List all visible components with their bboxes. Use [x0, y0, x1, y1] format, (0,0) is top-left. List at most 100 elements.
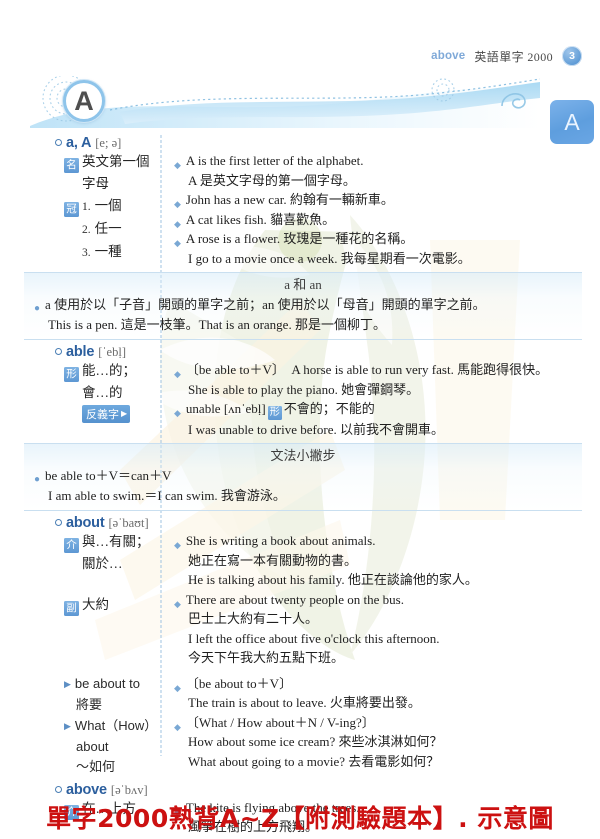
- antonym-xref-button[interactable]: 反義字 ▶: [82, 405, 131, 423]
- phrase-examples-column: ◆ 〔be about to＋V〕 The train is about to …: [160, 674, 600, 777]
- example-extra: I go to a movie once a week. 我每星期看一次電影。: [188, 250, 471, 266]
- headword[interactable]: a, A: [66, 135, 91, 151]
- example-english: How about some ice cream?: [188, 734, 336, 750]
- example-bullet-icon: ◆: [174, 199, 181, 209]
- example-english: John has a new car. 約翰有一輛新車。: [185, 192, 394, 207]
- example-bullet-icon: ◆: [174, 540, 181, 551]
- section-letter-circle: A: [63, 80, 105, 122]
- example-english: A rose is a flower. 玫瑰是一種花的名稱。: [185, 231, 414, 246]
- thumb-index-tab-a[interactable]: A: [550, 100, 594, 144]
- running-header: above 英語單字 2000 3: [431, 46, 582, 66]
- pos-badge-adjective: 形: [64, 367, 79, 382]
- example-line: The train is about to leave. 火車將要出發。: [174, 693, 576, 713]
- sense-block: 介與…有關； 關於… 副大約 ◆ She is writing a book a…: [0, 531, 600, 668]
- example-bullet-icon: ◆: [174, 408, 181, 418]
- example-chinese: 她正在寫一本有關動物的書。: [188, 552, 358, 568]
- headword[interactable]: above: [66, 782, 107, 798]
- section-letter: A: [74, 85, 94, 116]
- headword[interactable]: able: [66, 344, 94, 360]
- example-english: She is writing a book about animals.: [185, 533, 376, 549]
- definition-line: 名英文第一個: [64, 151, 156, 173]
- grammar-note-tip: 文法小撇步 ● be able to＋V＝can＋V I am able to …: [24, 443, 582, 512]
- definition-column: 介與…有關； 關於… 副大約: [0, 531, 160, 668]
- examples-column: ◆ She is writing a book about animals. 她…: [160, 531, 600, 668]
- example-bullet-icon: ◆: [174, 721, 181, 732]
- definition-text: 一種: [94, 244, 122, 259]
- headword-row: able [ˈebḷ]: [0, 344, 600, 360]
- sense-block: 名英文第一個 字母 冠 1. 一個 2. 任一 3. 一種 ◆ A is the…: [0, 151, 600, 268]
- example-item: ◆ A cat likes fish. 貓喜歡魚。: [174, 210, 576, 230]
- phrase-translation: 將要: [76, 696, 103, 712]
- example-bullet-icon: ◆: [174, 369, 181, 379]
- example-item-antonym: ◆ unable [ʌnˈebḷ] 形不會的；不能的: [174, 399, 576, 420]
- sense-block: 形能…的； 會…的 反義字 ▶ ◆ 〔be able to＋V〕 A horse…: [0, 360, 600, 439]
- headword-bullet-icon: [55, 139, 62, 146]
- book-title: 英語單字 2000: [474, 49, 553, 64]
- note-text: be able to＋V＝can＋V: [45, 468, 172, 484]
- example-line: What about going to a movie? 去看電影如何？: [188, 753, 440, 769]
- example-english: A is the first letter of the alphabet.: [185, 153, 364, 168]
- triangle-right-icon: ▶: [121, 409, 128, 418]
- example-item: ◆ John has a new car. 約翰有一輛新車。: [174, 190, 576, 210]
- example-english: A cat likes fish. 貓喜歡魚。: [185, 211, 336, 227]
- headword-row: about [əˈbaʊt]: [0, 515, 600, 531]
- example-line: How about some ice cream? 來些冰淇淋如何？: [174, 732, 576, 752]
- definition-text: 能…的；: [82, 363, 136, 378]
- pos-badge-adverb: 副: [64, 601, 79, 617]
- thumb-index-letter: A: [564, 108, 580, 135]
- running-header-word: above: [431, 50, 466, 62]
- antonym-word: unable: [185, 401, 221, 416]
- definition-line-cont: 字母: [82, 176, 109, 191]
- definition-column: 形能…的； 會…的 反義字 ▶: [0, 360, 160, 439]
- example-extra: She is able to play the piano. 她會彈鋼琴。: [188, 381, 420, 397]
- definition-line-cont: 會…的: [82, 385, 123, 400]
- example-chinese: 巴士上大約有二十人。: [188, 611, 319, 627]
- phrase-heading[interactable]: ▶ be about to: [64, 674, 156, 695]
- headword-row: above [əˈbʌv]: [0, 782, 600, 798]
- definition-text: 一個: [94, 198, 122, 213]
- example-extra: He is talking about his family. 他正在談論他的家…: [188, 572, 478, 588]
- entries-container: a, A [e; ə] 名英文第一個 字母 冠 1. 一個 2. 任一 3. 一…: [0, 134, 600, 834]
- note-title: a 和 an: [284, 277, 322, 292]
- note-bullet-icon: ●: [34, 303, 41, 314]
- headword-bullet-icon: [55, 519, 62, 527]
- definition-line: 形能…的；: [64, 360, 156, 382]
- pos-badge-noun: 名: [64, 158, 79, 173]
- example-extra: I left the office about five o'clock thi…: [188, 630, 440, 646]
- entry-about: about [əˈbaʊt] 介與…有關； 關於… 副大約 ◆ She is w…: [0, 515, 600, 777]
- note-bullet-icon: ●: [34, 474, 41, 486]
- entry-a: a, A [e; ə] 名英文第一個 字母 冠 1. 一個 2. 任一 3. 一…: [0, 135, 600, 340]
- definition-text: 英文第一個: [82, 154, 150, 169]
- definition-text: 大約: [82, 597, 109, 613]
- pos-badge-preposition: 介: [64, 538, 79, 554]
- dictionary-page: above 英語單字 2000 3 A A a, A [e; ə] 名 英文第一…: [0, 0, 600, 839]
- definition-text: 與…有關；: [82, 534, 150, 550]
- definition-line: 介與…有關；: [64, 531, 156, 554]
- phrase-heading[interactable]: ▶ What（How）: [64, 716, 157, 737]
- example-item: ◆ There are about twenty people on the b…: [174, 590, 576, 610]
- definition-column: 名英文第一個 字母 冠 1. 一個 2. 任一 3. 一種: [0, 151, 160, 268]
- phonetic: [e; ə]: [95, 136, 122, 150]
- example-bullet-icon: ◆: [174, 238, 181, 248]
- page-number-badge: 3: [562, 46, 582, 66]
- note-line: ● a 使用於以「子音」開頭的單字之前；an 使用於以「母音」開頭的單字之前。: [34, 295, 572, 315]
- example-item: ◆ 〔be about to＋V〕: [174, 674, 576, 694]
- example-item: ◆ A is the first letter of the alphabet.: [174, 151, 576, 171]
- headword-row: a, A [e; ə]: [0, 135, 600, 151]
- example-chinese: 火車將要出發。: [329, 695, 421, 711]
- grammar-note-a-an: a 和 an ● a 使用於以「子音」開頭的單字之前；an 使用於以「母音」開頭…: [24, 272, 582, 340]
- phrase-block: ▶ be about to 將要 ▶ What（How） about ～如何 ◆…: [0, 674, 600, 777]
- example-item: ◆ She is writing a book about animals.: [174, 531, 576, 551]
- headword[interactable]: about: [66, 515, 105, 531]
- example-bullet-icon: ◆: [174, 598, 181, 609]
- example-bullet-icon: ◆: [174, 218, 181, 229]
- definition-line-cont: 關於…: [82, 556, 123, 572]
- triangle-right-icon: ▶: [64, 678, 71, 689]
- example-chinese: 馬能跑得很快。: [457, 362, 549, 377]
- example-chinese: 來些冰淇淋如何？: [338, 734, 443, 750]
- definition-line: 3. 一種: [82, 244, 122, 259]
- example-bullet-icon: ◆: [174, 682, 181, 693]
- note-title: 文法小撇步: [270, 448, 336, 464]
- phonetic: [ˈebḷ]: [98, 345, 126, 359]
- headword-bullet-icon: [55, 348, 62, 355]
